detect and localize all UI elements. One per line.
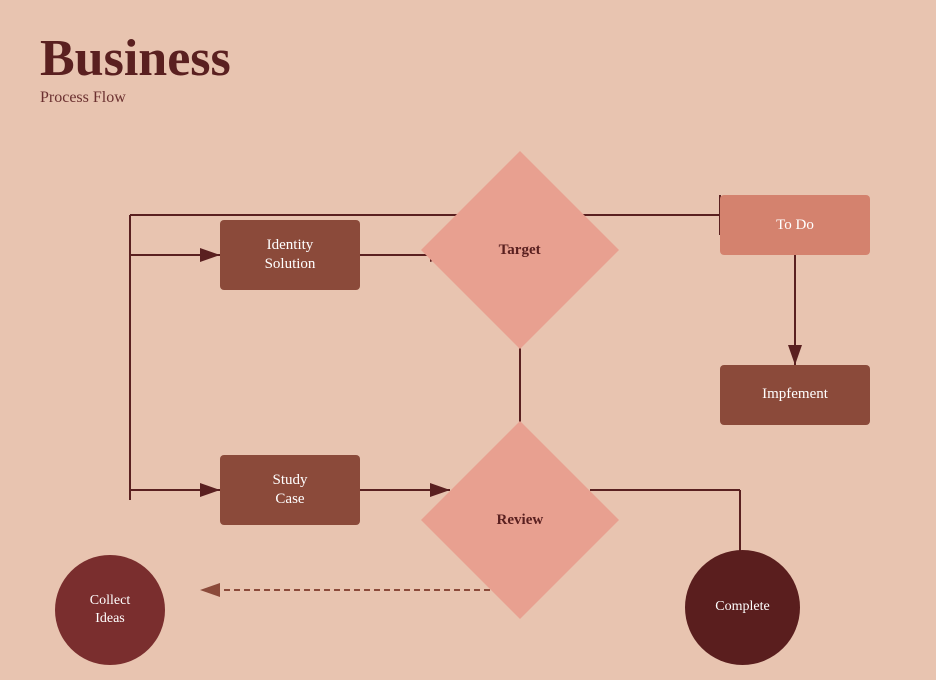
page-title: Business (40, 30, 896, 87)
flowchart: Identity Solution Target To Do Impfement… (0, 100, 936, 670)
page: Business Process Flow (0, 0, 936, 680)
todo-node: To Do (720, 195, 870, 255)
implement-node: Impfement (720, 365, 870, 425)
collect-ideas-node: Collect Ideas (55, 555, 165, 665)
study-case-node: Study Case (220, 455, 360, 525)
complete-node: Complete (685, 550, 800, 665)
identity-solution-node: Identity Solution (220, 220, 360, 290)
target-node: Target (421, 151, 619, 349)
review-node: Review (421, 421, 619, 619)
